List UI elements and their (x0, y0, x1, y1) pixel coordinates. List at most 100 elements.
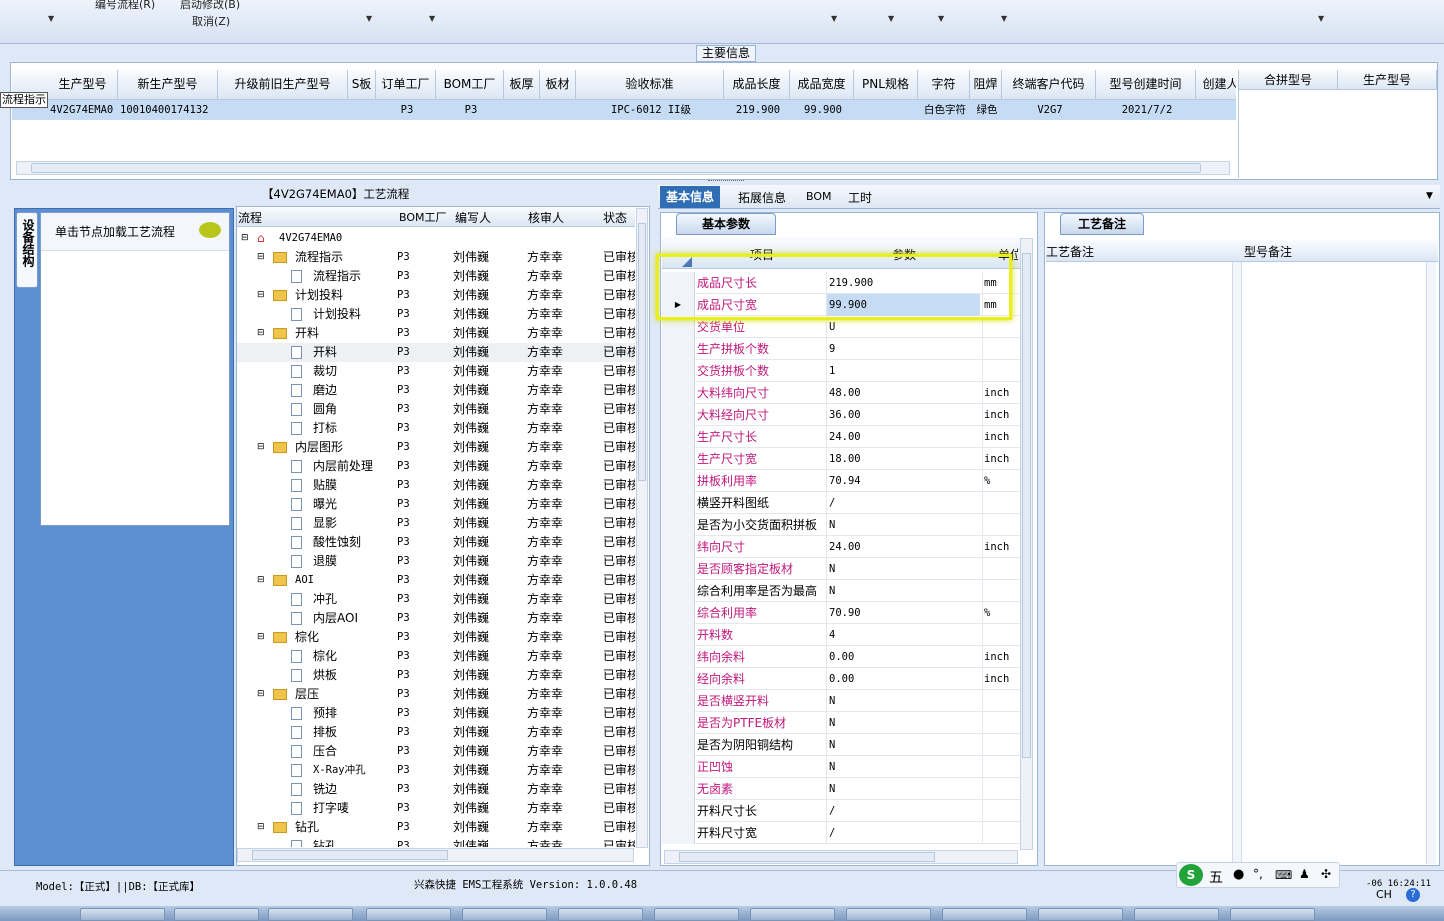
row-selector[interactable] (662, 602, 695, 624)
row-selector[interactable] (662, 514, 695, 536)
collapse-icon[interactable]: ⊟ (257, 286, 265, 305)
tab-labor-hours[interactable]: 工时 (842, 187, 878, 208)
param-value[interactable]: 24.00 (826, 426, 980, 448)
param-value[interactable]: 1 (826, 360, 980, 382)
param-value[interactable]: / (826, 800, 980, 822)
main-info-col-header[interactable]: 型号创建时间 (1096, 70, 1196, 100)
tree-row[interactable]: 棕化 P3 刘伟巍 方幸幸 已审核 (237, 647, 635, 666)
param-row[interactable]: 生产拼板个数 9 (662, 338, 1020, 360)
param-value[interactable]: N (826, 756, 980, 778)
taskbar-button[interactable] (80, 908, 165, 921)
tree-row[interactable]: 酸性蚀刻 P3 刘伟巍 方幸幸 已审核 (237, 533, 635, 552)
params-hscrollbar[interactable] (664, 850, 1018, 864)
param-row[interactable]: 拼板利用率 70.94% (662, 470, 1020, 492)
taskbar-button[interactable] (846, 908, 931, 921)
tree-row[interactable]: 开料 P3 刘伟巍 方幸幸 已审核 (237, 343, 635, 362)
main-info-cell[interactable]: 99.900 (790, 100, 854, 120)
taskbar-button[interactable] (1134, 908, 1219, 921)
param-row[interactable]: 是否为小交货面积拼板 N (662, 514, 1020, 536)
row-selector[interactable] (662, 734, 695, 756)
param-value[interactable]: 70.90 (826, 602, 980, 624)
row-selector[interactable] (662, 404, 695, 426)
main-info-cell[interactable]: 白色字符 (918, 100, 970, 120)
main-info-cell[interactable] (854, 100, 918, 120)
param-value[interactable]: 70.94 (826, 470, 980, 492)
tree-row[interactable]: 铣边 P3 刘伟巍 方幸幸 已审核 (237, 780, 635, 799)
tree-row[interactable]: 打标 P3 刘伟巍 方幸幸 已审核 (237, 419, 635, 438)
row-selector[interactable] (662, 448, 695, 470)
tree-row[interactable]: 退膜 P3 刘伟巍 方幸幸 已审核 (237, 552, 635, 571)
param-row[interactable]: 大料经向尺寸 36.00 inch (662, 404, 1020, 426)
tab-basic-info[interactable]: 基本信息 (660, 186, 721, 208)
dropdown-arrow-icon[interactable]: ▼ (1001, 14, 1007, 23)
scroll-thumb[interactable] (252, 850, 448, 860)
tree-row[interactable]: ⊟ 内层图形 P3 刘伟巍 方幸幸 已审核 (237, 438, 635, 457)
tree-row[interactable]: 钻孔 P3 刘伟巍 方幸幸 已审核 (237, 837, 635, 847)
tree-row[interactable]: 显影 P3 刘伟巍 方幸幸 已审核 (237, 514, 635, 533)
row-selector[interactable] (662, 360, 695, 382)
param-row[interactable]: 生产尺寸长 24.00 inch (662, 426, 1020, 448)
taskbar-button[interactable] (750, 908, 835, 921)
scroll-thumb[interactable] (1022, 253, 1031, 758)
collapse-icon[interactable]: ⊟ (257, 324, 265, 343)
menu-cancel[interactable]: 取消(Z) (192, 13, 230, 29)
main-info-cell[interactable] (504, 100, 540, 120)
tree-row[interactable]: 冲孔 P3 刘伟巍 方幸幸 已审核 (237, 590, 635, 609)
param-value[interactable]: / (826, 492, 980, 514)
dropdown-arrow-icon[interactable]: ▼ (888, 14, 894, 23)
row-selector[interactable] (662, 646, 695, 668)
params-vscrollbar[interactable] (1020, 238, 1033, 850)
taskbar-button[interactable] (1038, 908, 1123, 921)
tree-row[interactable]: 排板 P3 刘伟巍 方幸幸 已审核 (237, 723, 635, 742)
param-value[interactable]: N (826, 580, 980, 602)
main-info-col-header[interactable]: 验收标准 (576, 70, 724, 100)
main-info-col-header[interactable]: 终端客户代码 (1002, 70, 1096, 100)
param-value[interactable]: N (826, 558, 980, 580)
main-info-cell[interactable]: V2G7 (1002, 100, 1096, 120)
tree-row[interactable]: 预排 P3 刘伟巍 方幸幸 已审核 (237, 704, 635, 723)
main-info-col-header[interactable]: 字符 (918, 70, 970, 100)
tree-row[interactable]: 圆角 P3 刘伟巍 方幸幸 已审核 (237, 400, 635, 419)
param-row[interactable]: 经向余料 0.00 inch (662, 668, 1020, 690)
param-row[interactable]: 开料尺寸长 / (662, 800, 1020, 822)
scroll-thumb[interactable] (31, 163, 1201, 173)
tree-row[interactable]: ⊟ 计划投料 P3 刘伟巍 方幸幸 已审核 (237, 286, 635, 305)
param-row[interactable]: 是否横竖开料 N (662, 690, 1020, 712)
tree-row[interactable]: ⊟ 钻孔 P3 刘伟巍 方幸幸 已审核 (237, 818, 635, 837)
param-row[interactable]: 开料尺寸宽 / (662, 822, 1020, 844)
main-info-cell[interactable]: 4V2G74EMA0 (48, 100, 118, 120)
row-selector[interactable] (662, 712, 695, 734)
taskbar-button[interactable] (366, 908, 451, 921)
param-row[interactable]: 开料数 4 (662, 624, 1020, 646)
row-selector[interactable] (662, 382, 695, 404)
taskbar-button[interactable] (942, 908, 1027, 921)
dropdown-arrow-icon[interactable]: ▼ (1318, 14, 1324, 23)
row-selector[interactable] (662, 338, 695, 360)
param-row[interactable]: 是否为阴阳铜结构 N (662, 734, 1020, 756)
param-row[interactable]: 横竖开料图纸 / (662, 492, 1020, 514)
param-value[interactable]: / (826, 822, 980, 844)
collapse-icon[interactable]: ⊟ (257, 628, 265, 647)
model-notes-scrollbar[interactable] (1426, 262, 1436, 864)
help-icon[interactable]: ? (1406, 888, 1420, 902)
tree-vscrollbar[interactable] (636, 208, 648, 848)
main-info-cell[interactable]: P3 (436, 100, 504, 120)
taskbar-button[interactable] (174, 908, 259, 921)
param-value[interactable]: 24.00 (826, 536, 980, 558)
main-info-cell[interactable] (218, 100, 348, 120)
tree-row[interactable]: ⊟ AOI P3 刘伟巍 方幸幸 已审核 (237, 571, 635, 590)
row-selector[interactable] (662, 536, 695, 558)
collapse-icon[interactable]: ⊟ (257, 818, 265, 837)
row-selector[interactable] (662, 580, 695, 602)
main-info-cell[interactable]: 10010400174132 (118, 100, 218, 120)
row-selector[interactable] (662, 624, 695, 646)
param-row[interactable]: 正凹蚀 N (662, 756, 1020, 778)
dropdown-arrow-icon[interactable]: ▼ (48, 14, 54, 23)
ime-mode[interactable]: 五 (1209, 867, 1223, 887)
collapse-icon[interactable]: ⊟ (257, 571, 265, 590)
dropdown-arrow-icon[interactable]: ▼ (1426, 191, 1433, 201)
tree-row[interactable]: 内层AOI P3 刘伟巍 方幸幸 已审核 (237, 609, 635, 628)
tree-row[interactable]: 打字唛 P3 刘伟巍 方幸幸 已审核 (237, 799, 635, 818)
main-info-cell[interactable] (1196, 100, 1236, 120)
param-row[interactable]: 大料纬向尺寸 48.00 inch (662, 382, 1020, 404)
